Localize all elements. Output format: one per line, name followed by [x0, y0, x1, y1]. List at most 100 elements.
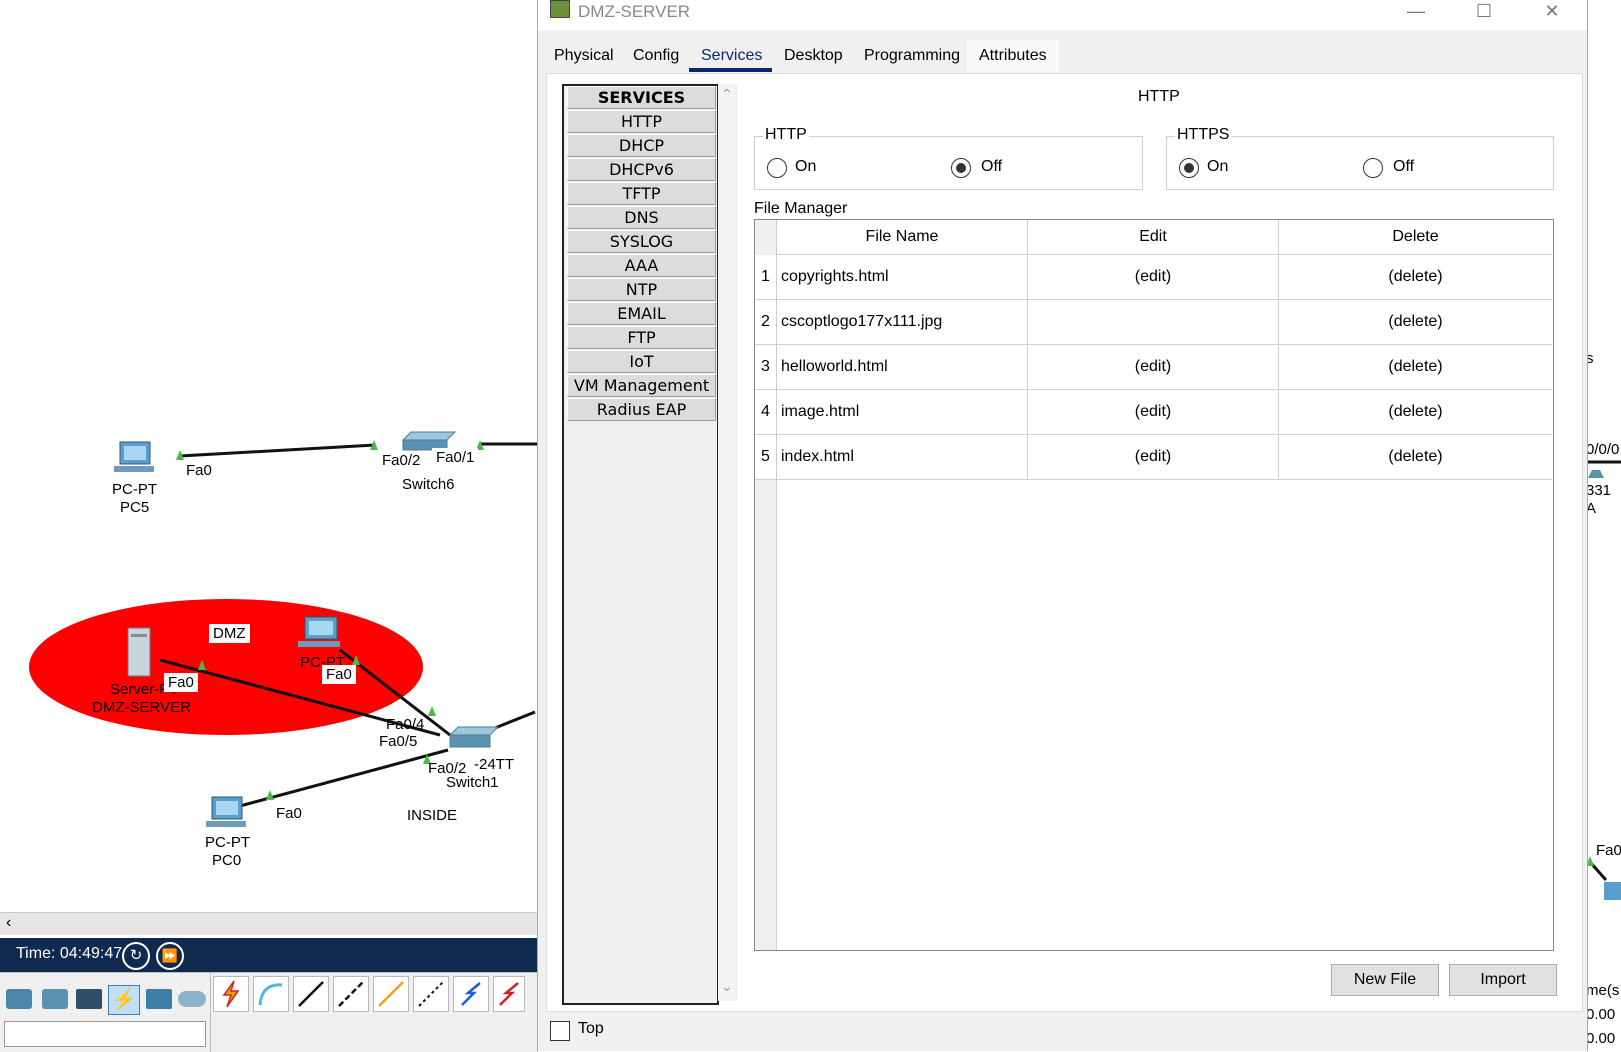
delete-link[interactable]: (delete): [1279, 390, 1552, 435]
file-name-cell: image.html: [777, 390, 1028, 435]
delete-link[interactable]: (delete): [1279, 300, 1552, 345]
http-on-radio[interactable]: [767, 158, 787, 178]
copper-straight-icon[interactable]: [293, 976, 329, 1012]
workspace-right-edge: s 0/0/0 331 A Fa0 me(s 0.00 0.00: [1586, 0, 1621, 1051]
file-manager-label: File Manager: [754, 200, 848, 217]
row-number: 3: [755, 345, 776, 390]
server-icon: [127, 627, 151, 677]
tab-programming[interactable]: Programming: [852, 40, 973, 72]
switch6-name-label: Switch6: [402, 476, 455, 493]
fiber-icon[interactable]: [373, 976, 409, 1012]
service-item-dhcp[interactable]: DHCP: [567, 134, 716, 157]
service-item-aaa[interactable]: AAA: [567, 254, 716, 277]
service-item-syslog[interactable]: SYSLOG: [567, 230, 716, 253]
row-number: 2: [755, 300, 776, 345]
port-status-icon: [266, 790, 274, 800]
top-checkbox[interactable]: [550, 1021, 570, 1041]
https-off-label: Off: [1393, 158, 1415, 175]
server-port-label: Fa0: [164, 673, 198, 692]
scroll-up-arrow-icon[interactable]: ⌃: [721, 86, 733, 103]
pc5-type-label: PC-PT: [112, 481, 157, 498]
fast-forward-icon[interactable]: ⏩: [156, 942, 184, 970]
http-group: HTTP On Off: [754, 126, 1143, 190]
http-group-label: HTTP: [763, 126, 809, 144]
service-item-dns[interactable]: DNS: [567, 206, 716, 229]
edge-fragment-label: 331: [1586, 482, 1612, 499]
maximize-icon[interactable]: ☐: [1461, 0, 1507, 26]
misc-icon[interactable]: [146, 989, 172, 1009]
delete-link[interactable]: (delete): [1279, 435, 1552, 480]
scroll-left-arrow-icon[interactable]: ‹: [6, 914, 11, 932]
end-devices-icon[interactable]: [42, 989, 68, 1009]
http-panel-title: HTTP: [1138, 88, 1180, 105]
components-icon[interactable]: [76, 989, 102, 1009]
import-button[interactable]: Import: [1449, 964, 1557, 996]
console-cable-icon[interactable]: [253, 976, 289, 1012]
tab-attributes[interactable]: Attributes: [967, 40, 1059, 72]
connections-icon[interactable]: ⚡: [108, 985, 140, 1015]
tab-services[interactable]: Services: [689, 40, 775, 72]
file-name-cell: copyrights.html: [777, 255, 1028, 300]
delete-link[interactable]: (delete): [1279, 255, 1552, 300]
edit-link[interactable]: (edit): [1028, 255, 1279, 300]
pc0-type-label: PC-PT: [205, 834, 250, 851]
pc0-port-label: Fa0: [276, 805, 302, 822]
pc-dmz-port-label: Fa0: [322, 665, 356, 684]
switch6-port-fa01-label: Fa0/1: [432, 448, 479, 467]
device-window: DMZ-SERVER — ☐ ✕ Physical Config Service…: [537, 0, 1588, 1051]
copper-cross-icon[interactable]: [333, 976, 369, 1012]
column-header-edit[interactable]: Edit: [1028, 220, 1279, 255]
minimize-icon[interactable]: —: [1393, 0, 1439, 26]
row-number: 1: [755, 255, 776, 300]
pc0-name-label: PC0: [212, 852, 242, 869]
service-item-tftp[interactable]: TFTP: [567, 182, 716, 205]
multiuser-cloud-icon[interactable]: [178, 991, 206, 1007]
service-item-email[interactable]: EMAIL: [567, 302, 716, 325]
coaxial-icon[interactable]: [453, 976, 489, 1012]
https-on-radio[interactable]: [1179, 158, 1199, 178]
switch1-name-label: Switch1: [446, 774, 499, 791]
http-off-radio[interactable]: [951, 158, 971, 178]
service-item-iot[interactable]: IoT: [567, 350, 716, 373]
scroll-down-arrow-icon[interactable]: ⌄: [721, 978, 733, 995]
services-list-scrollbar[interactable]: ⌃ ⌄: [718, 84, 738, 1001]
file-name-cell: index.html: [777, 435, 1028, 480]
service-item-radius-eap[interactable]: Radius EAP: [567, 398, 716, 421]
power-cycle-icon[interactable]: ↻: [122, 942, 150, 970]
file-name-cell: helloworld.html: [777, 345, 1028, 390]
window-title-bar[interactable]: DMZ-SERVER — ☐ ✕: [538, 0, 1587, 30]
service-item-http[interactable]: HTTP: [567, 110, 716, 133]
switch1-model-label: -24TT: [474, 756, 515, 773]
https-off-radio[interactable]: [1363, 158, 1383, 178]
column-header-delete[interactable]: Delete: [1279, 220, 1552, 255]
phone-cable-icon[interactable]: [413, 976, 449, 1012]
service-item-ntp[interactable]: NTP: [567, 278, 716, 301]
tab-physical[interactable]: Physical: [542, 40, 626, 72]
file-manager-table: File Name Edit Delete 1 copyrights.html …: [754, 219, 1554, 951]
serial-dce-icon[interactable]: [493, 976, 525, 1012]
column-header-file-name[interactable]: File Name: [777, 220, 1028, 255]
device-search-field[interactable]: [4, 1021, 206, 1047]
edit-link[interactable]: (edit): [1028, 345, 1279, 390]
delete-link[interactable]: (delete): [1279, 345, 1552, 390]
tab-config[interactable]: Config: [621, 40, 692, 72]
edit-link[interactable]: (edit): [1028, 435, 1279, 480]
pc0-icon: [206, 796, 246, 827]
simulation-time-bar: Time: 04:49:47 ↻ ⏩: [0, 938, 540, 972]
device-tabs: Physical Config Services Desktop Program…: [542, 40, 1582, 72]
edit-link: [1028, 300, 1279, 345]
service-item-vm-management[interactable]: VM Management: [567, 374, 716, 397]
close-icon[interactable]: ✕: [1529, 0, 1575, 26]
new-file-button[interactable]: New File: [1331, 964, 1439, 996]
service-item-ftp[interactable]: FTP: [567, 326, 716, 349]
network-devices-icon[interactable]: [6, 989, 32, 1009]
table-row: 1 copyrights.html (edit) (delete): [755, 255, 1553, 300]
edit-link[interactable]: (edit): [1028, 390, 1279, 435]
auto-connection-icon[interactable]: [213, 976, 249, 1012]
switch1-port-fa05-label: Fa0/5: [379, 733, 418, 750]
tab-desktop[interactable]: Desktop: [772, 40, 855, 72]
port-status-icon: [428, 706, 436, 716]
service-item-dhcpv6[interactable]: DHCPv6: [567, 158, 716, 181]
workspace-horizontal-scrollbar[interactable]: ‹: [0, 912, 540, 935]
file-name-cell: cscoptlogo177x111.jpg: [777, 300, 1028, 345]
